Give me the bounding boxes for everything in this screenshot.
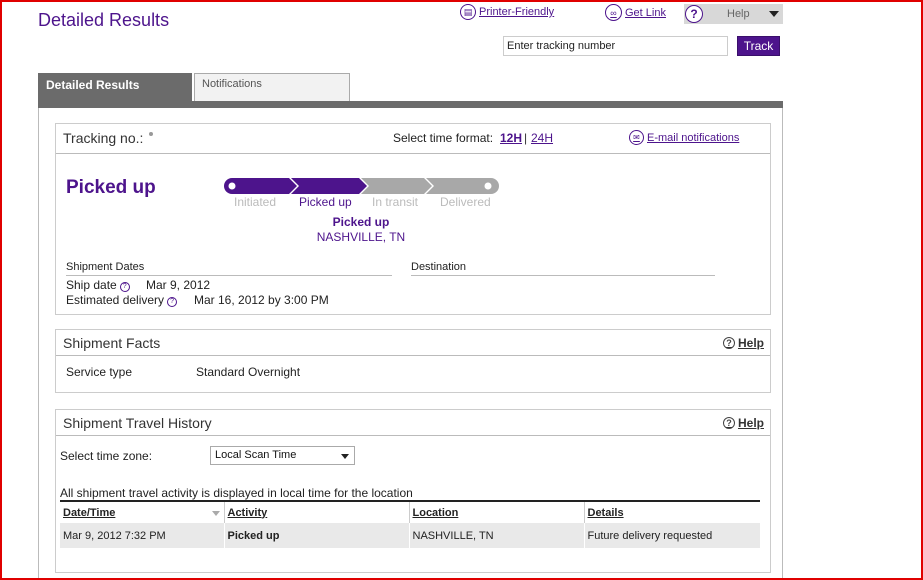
email-notifications-link[interactable]: ✉ E-mail notifications: [629, 130, 739, 145]
column-date-time[interactable]: Date/Time: [60, 500, 224, 523]
get-link-link[interactable]: ∞ Get Link: [605, 4, 666, 21]
step-delivered: Delivered: [440, 195, 491, 209]
page-title: Detailed Results: [38, 10, 170, 30]
chevron-down-icon: [341, 454, 349, 459]
sort-arrow-icon: [211, 510, 220, 516]
table-header-row: Date/Time Activity Location Details: [60, 500, 760, 523]
help-icon: ?: [722, 337, 735, 349]
email-notifications-label: E-mail notifications: [647, 131, 740, 144]
help-icon: ?: [722, 417, 735, 429]
shipment-facts-title: Shipment Facts: [63, 335, 161, 351]
travel-history-panel: Shipment Travel History ? Help Select ti…: [55, 409, 771, 573]
shipment-dates-heading: Shipment Dates: [66, 261, 145, 273]
help-question-icon: ?: [685, 5, 703, 23]
travel-history-help-link[interactable]: ? Help: [722, 416, 764, 430]
time-zone-label: Select time zone:: [60, 449, 153, 463]
printer-friendly-label: Printer-Friendly: [479, 6, 555, 18]
status-location: NASHVILLE, TN: [316, 230, 406, 244]
shipment-facts-panel: Shipment Facts ? Help Service type Stand…: [55, 329, 771, 393]
time-zone-select[interactable]: Local Scan Time: [210, 446, 355, 465]
destination-rule: [411, 275, 715, 276]
link-icon: ∞: [605, 4, 622, 21]
step-picked-up: Picked up: [299, 195, 352, 209]
envelope-icon: ✉: [629, 130, 644, 145]
track-button[interactable]: Track: [737, 36, 780, 56]
estimated-delivery-value: Mar 16, 2012 by 3:00 PM: [194, 293, 329, 307]
table-row: Mar 9, 2012 7:32 PM Picked up NASHVILLE,…: [60, 523, 760, 548]
progress-segment-3: [361, 178, 432, 194]
travel-history-header: Shipment Travel History ? Help: [56, 410, 770, 436]
tracking-number-label: Tracking no.:: [63, 130, 144, 146]
ship-date-label: Ship date?: [66, 278, 130, 292]
chevron-down-icon: [769, 11, 779, 17]
estimated-delivery-label: Estimated delivery?: [66, 293, 178, 307]
ship-date-help-icon[interactable]: ?: [119, 281, 130, 292]
progress-start-dot: [228, 182, 236, 190]
tracking-number-redacted: [149, 132, 153, 136]
tab-bar-divider: [38, 101, 783, 108]
help-dropdown[interactable]: ? Help: [684, 4, 783, 24]
time-format-12h[interactable]: 12H: [500, 131, 522, 145]
service-type-value: Standard Overnight: [196, 365, 301, 379]
travel-history-title: Shipment Travel History: [63, 415, 212, 431]
progress-end-dot: [484, 182, 492, 190]
row-activity: Picked up: [223, 523, 409, 548]
travel-history-help-label: Help: [737, 416, 764, 430]
travel-history-note: All shipment travel activity is displaye…: [60, 486, 413, 500]
column-activity[interactable]: Activity: [223, 500, 409, 523]
tracking-number-input[interactable]: [503, 36, 728, 56]
progress-segment-2: [291, 178, 367, 194]
tab-detailed-results[interactable]: Detailed Results: [38, 73, 192, 101]
time-format-24h[interactable]: 24H: [531, 131, 553, 145]
row-details: Future delivery requested: [583, 523, 760, 548]
get-link-label: Get Link: [625, 6, 666, 19]
help-dropdown-label: Help: [727, 8, 750, 20]
row-date-time: Mar 9, 2012 7:32 PM: [60, 523, 224, 548]
shipment-dates-rule: [66, 275, 392, 276]
row-location: NASHVILLE, TN: [408, 523, 584, 548]
progress-bar: [224, 178, 499, 194]
service-type-label: Service type: [66, 365, 133, 379]
current-status: Picked up: [66, 177, 156, 198]
time-format-separator: |: [524, 131, 528, 145]
destination-heading: Destination: [411, 261, 467, 273]
detailed-results-content: Tracking no.: Select time format: 12H | …: [38, 108, 783, 580]
step-initiated: Initiated: [234, 195, 277, 209]
ship-date-value: Mar 9, 2012: [146, 278, 211, 292]
estimated-delivery-help-icon[interactable]: ?: [167, 296, 178, 307]
printer-icon: ▤: [460, 4, 476, 20]
tracking-summary-panel: Tracking no.: Select time format: 12H | …: [55, 123, 771, 315]
time-format-label: Select time format:: [393, 131, 494, 145]
column-location[interactable]: Location: [408, 500, 584, 523]
time-zone-value: Local Scan Time: [215, 449, 297, 461]
shipment-facts-header: Shipment Facts ? Help: [56, 330, 770, 356]
tab-notifications[interactable]: Notifications: [194, 73, 350, 101]
travel-history-table: Date/Time Activity Location Details Mar …: [60, 500, 760, 548]
shipment-facts-help-label: Help: [737, 336, 764, 350]
tracking-summary-header: Tracking no.: Select time format: 12H | …: [56, 124, 770, 154]
column-details[interactable]: Details: [583, 500, 760, 523]
status-detail: Picked up: [332, 215, 390, 229]
shipment-facts-help-link[interactable]: ? Help: [722, 336, 764, 350]
step-in-transit: In transit: [372, 195, 419, 209]
printer-friendly-link[interactable]: ▤ Printer-Friendly: [460, 4, 554, 20]
